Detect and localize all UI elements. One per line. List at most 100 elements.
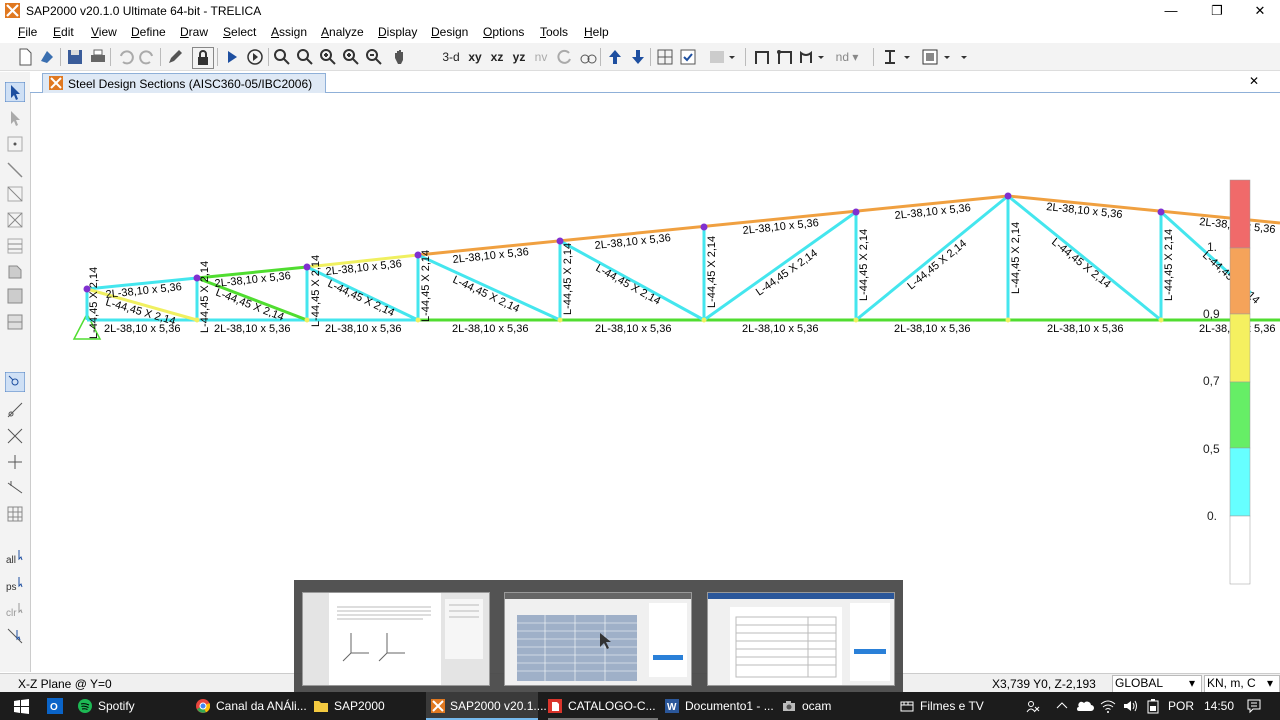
clock[interactable]: 14:50: [1204, 699, 1234, 713]
undo-icon[interactable]: [115, 47, 135, 67]
minimize-button[interactable]: —: [1148, 0, 1194, 22]
move-up-icon[interactable]: [605, 47, 625, 67]
close-button[interactable]: ✕: [1237, 0, 1280, 22]
window-thumbnail[interactable]: [707, 592, 895, 686]
quick-draw-frame-icon[interactable]: [5, 184, 25, 204]
menu-tools[interactable]: Tools: [540, 25, 568, 39]
zoom-window-icon[interactable]: [272, 47, 292, 67]
menu-assign[interactable]: Assign: [271, 25, 307, 39]
windows-start-icon[interactable]: [14, 699, 29, 714]
taskbar-item-pdf[interactable]: CATALOGO-C...: [548, 692, 658, 720]
menu-help[interactable]: Help: [584, 25, 609, 39]
zoom-restore-icon[interactable]: [295, 47, 315, 67]
chevron-up-icon[interactable]: [1056, 700, 1068, 712]
coord-system-dropdown[interactable]: GLOBAL ▾: [1112, 675, 1202, 693]
battery-icon[interactable]: [1146, 698, 1160, 714]
tab-steel-design-sections[interactable]: Steel Design Sections (AISC360-05/IBC200…: [42, 73, 326, 93]
menu-file[interactable]: File: [18, 25, 37, 39]
toolbar-overflow-icon[interactable]: [958, 47, 970, 67]
snap-grid-icon[interactable]: [5, 504, 25, 524]
joint-node[interactable]: [1004, 192, 1012, 200]
view-xy-button[interactable]: xy: [465, 47, 485, 67]
tab-close-button[interactable]: ✕: [1249, 74, 1259, 88]
zoom-in-icon[interactable]: [318, 47, 338, 67]
people-icon[interactable]: [1026, 699, 1040, 713]
new-model-icon[interactable]: [15, 47, 35, 67]
view-yz-button[interactable]: yz: [509, 47, 529, 67]
taskbar-item-ocam[interactable]: ocam: [782, 692, 892, 720]
menu-display[interactable]: Display: [378, 25, 417, 39]
open-model-icon[interactable]: [37, 47, 57, 67]
zoom-out-icon[interactable]: [364, 47, 384, 67]
diagonal-member[interactable]: [417, 253, 561, 322]
menu-select[interactable]: Select: [223, 25, 256, 39]
joint-node[interactable]: [700, 223, 708, 231]
pointer-icon[interactable]: [5, 82, 25, 102]
frame-draw-icon[interactable]: [752, 47, 772, 67]
frame-releases-icon[interactable]: [775, 47, 795, 67]
taskbar-item-filmes[interactable]: Filmes e TV: [900, 692, 1010, 720]
display-table-dropdown[interactable]: [920, 47, 954, 67]
snap-midpoint-icon[interactable]: [5, 478, 25, 498]
perspective-icon[interactable]: [578, 47, 598, 67]
menu-define[interactable]: Define: [131, 25, 166, 39]
deformed-shape-dropdown[interactable]: [798, 47, 826, 67]
menu-view[interactable]: View: [91, 25, 117, 39]
quick-draw-braces-icon[interactable]: [5, 210, 25, 230]
language-indicator[interactable]: POR: [1168, 699, 1194, 713]
restore-button[interactable]: ❐: [1194, 0, 1240, 22]
snap-perpendicular-icon[interactable]: [5, 452, 25, 472]
redo-icon[interactable]: [138, 47, 158, 67]
taskbar-item-sap2000[interactable]: SAP2000 v20.1....: [426, 692, 547, 720]
reshape-icon[interactable]: [5, 108, 25, 128]
display-options-dropdown[interactable]: [708, 47, 736, 67]
taskbar-item-folder[interactable]: SAP2000: [314, 692, 424, 720]
zoom-in-step-icon[interactable]: [341, 47, 361, 67]
pencil-icon[interactable]: [165, 47, 185, 67]
draw-frame-icon[interactable]: [5, 160, 25, 180]
select-all-icon[interactable]: all: [5, 547, 25, 567]
units-dropdown[interactable]: KN, m, C ▾: [1204, 675, 1280, 693]
draw-joint-icon[interactable]: [5, 134, 25, 154]
window-thumbnail[interactable]: [302, 592, 490, 686]
menu-edit[interactable]: Edit: [53, 25, 74, 39]
view-xz-button[interactable]: xz: [487, 47, 507, 67]
check-icon[interactable]: [678, 47, 698, 67]
menu-draw[interactable]: Draw: [180, 25, 208, 39]
outlook-icon[interactable]: O: [47, 698, 63, 714]
rotate-icon[interactable]: [555, 47, 575, 67]
snap-joints-icon[interactable]: [5, 372, 25, 392]
save-icon[interactable]: [65, 47, 85, 67]
wifi-icon[interactable]: [1100, 698, 1116, 714]
pan-hand-icon[interactable]: [390, 47, 410, 67]
window-thumbnail-active[interactable]: [504, 592, 692, 686]
snap-intersections-icon[interactable]: [5, 426, 25, 446]
menu-design[interactable]: Design: [431, 25, 468, 39]
joint-node[interactable]: [852, 208, 860, 216]
notifications-icon[interactable]: [1246, 698, 1262, 714]
lock-icon[interactable]: [192, 47, 214, 69]
view-nv-button[interactable]: nv: [531, 47, 551, 67]
taskbar-item-spotify[interactable]: Spotify: [78, 692, 188, 720]
run-now-icon[interactable]: [245, 47, 265, 67]
menu-options[interactable]: Options: [483, 25, 524, 39]
intersecting-line-select-icon[interactable]: [5, 626, 25, 646]
draw-rectangle-icon[interactable]: [5, 286, 25, 306]
volume-icon[interactable]: [1122, 698, 1138, 714]
print-icon[interactable]: [88, 47, 108, 67]
draw-area-icon[interactable]: [5, 262, 25, 282]
nd-dropdown[interactable]: nd ▾: [828, 47, 866, 67]
view-3d-button[interactable]: 3-d: [440, 47, 462, 67]
previous-selection-icon[interactable]: ps: [5, 574, 25, 594]
snap-lines-icon[interactable]: [5, 400, 25, 420]
quick-draw-area-icon[interactable]: [5, 312, 25, 332]
taskbar-item-chrome[interactable]: Canal da ANÁli...: [196, 692, 307, 720]
quick-draw-secondary-icon[interactable]: [5, 236, 25, 256]
section-cut-dropdown[interactable]: [880, 47, 914, 67]
onedrive-icon[interactable]: [1076, 698, 1094, 714]
taskbar-item-word[interactable]: W Documento1 - ...: [665, 692, 775, 720]
run-analysis-icon[interactable]: [222, 47, 242, 67]
move-down-icon[interactable]: [628, 47, 648, 67]
grid-options-icon[interactable]: [655, 47, 675, 67]
menu-analyze[interactable]: Analyze: [321, 25, 364, 39]
